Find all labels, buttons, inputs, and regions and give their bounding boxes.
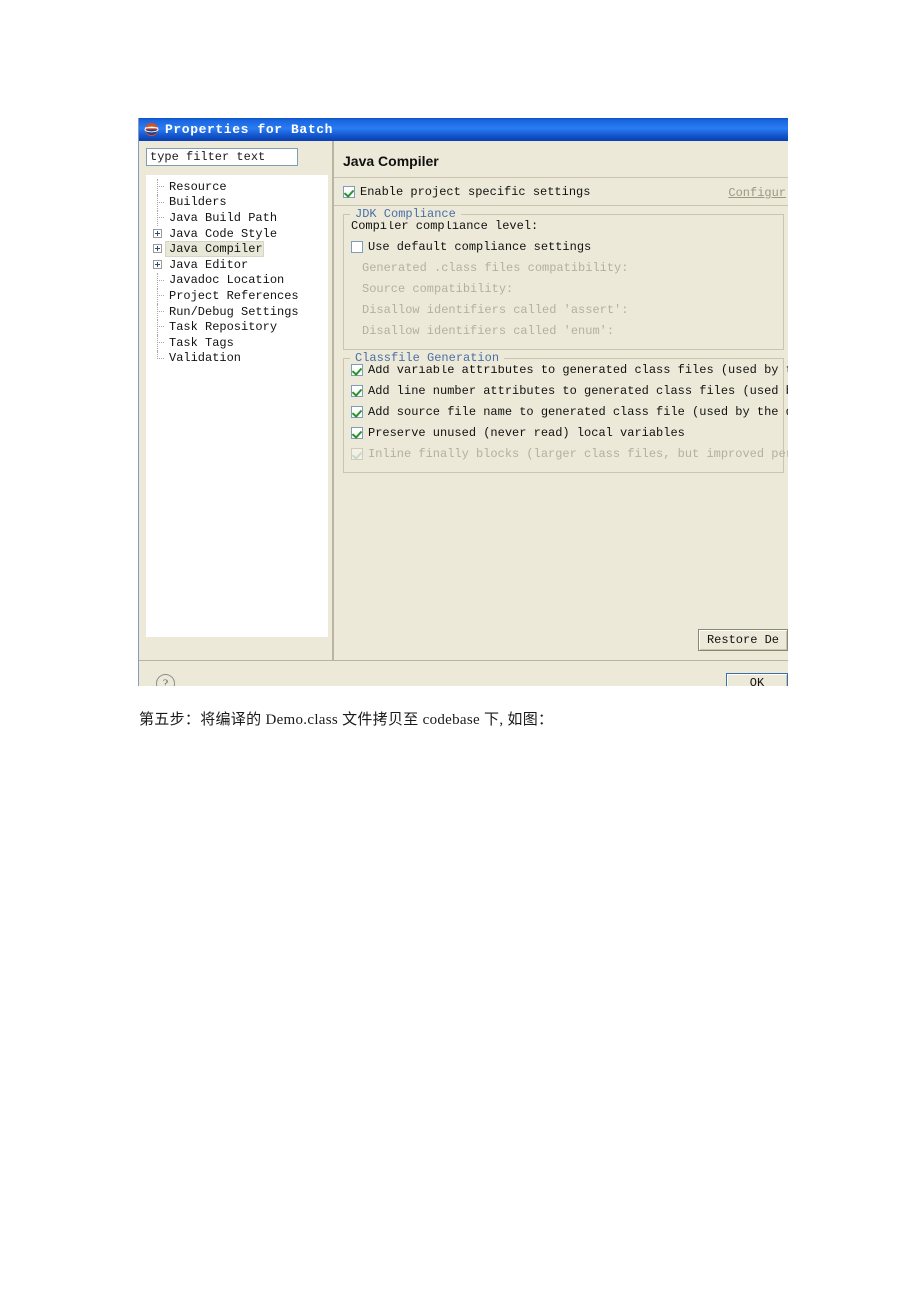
generated-class-compat-row: Generated .class files compatibility: [344, 257, 783, 278]
configure-workspace-settings-link[interactable]: Configur [728, 186, 786, 200]
sidebar-item-task-repository[interactable]: Task Repository [146, 319, 328, 335]
sidebar-item-label: Java Compiler [165, 241, 264, 258]
sidebar-item-label: Run/Debug Settings [169, 304, 299, 319]
expand-plus-icon[interactable] [152, 241, 166, 257]
classfile-option-label-0: Add variable attributes to generated cla… [368, 362, 788, 377]
sidebar-item-java-compiler[interactable]: Java Compiler [146, 241, 328, 258]
sidebar-item-label: Task Tags [169, 335, 234, 350]
dialog-titlebar[interactable]: Properties for Batch [139, 118, 788, 141]
settings-nav-pane: type filter text Resource Builders Java Bu… [139, 141, 333, 660]
tree-elbow-icon [152, 194, 166, 211]
classfile-options-list: Add variable attributes to generated cla… [344, 359, 788, 464]
enable-project-specific-label: Enable project specific settings [360, 185, 591, 199]
properties-dialog: Properties for Batch type filter text Re… [138, 118, 788, 686]
sidebar-item-run-debug-settings[interactable]: Run/Debug Settings [146, 303, 328, 320]
classfile-option-label-4: Inline finally blocks (larger class file… [368, 446, 788, 461]
use-default-compliance-row[interactable]: Use default compliance settings [344, 236, 783, 257]
eclipse-globe-icon [144, 122, 159, 137]
use-default-compliance-label: Use default compliance settings [368, 239, 592, 254]
dialog-body: type filter text Resource Builders Java Bu… [139, 141, 788, 660]
restore-defaults-button[interactable]: Restore De [697, 629, 788, 651]
tree-elbow-icon [152, 334, 166, 351]
dialog-title: Properties for Batch [165, 122, 334, 137]
tree-elbow-icon [152, 272, 166, 289]
disallow-assert-label: Disallow identifiers called 'assert': [362, 302, 629, 317]
ok-button[interactable]: OK [726, 673, 788, 686]
sidebar-item-project-references[interactable]: Project References [146, 288, 328, 304]
classfile-option-label-1: Add line number attributes to generated … [368, 383, 788, 398]
tree-elbow-icon [152, 350, 166, 367]
classfile-option-row-2[interactable]: Add source file name to generated class … [344, 401, 788, 422]
java-compiler-page: Java Compiler Enable project specific se… [333, 141, 788, 660]
generated-class-compat-label: Generated .class files compatibility: [362, 260, 629, 275]
tree-elbow-icon [152, 303, 166, 320]
classfile-option-label-3: Preserve unused (never read) local varia… [368, 425, 685, 440]
tree-elbow-icon [152, 179, 166, 195]
use-default-compliance-checkbox[interactable] [351, 240, 363, 253]
classfile-generation-legend: Classfile Generation [350, 350, 505, 365]
sidebar-item-label: Java Editor [169, 257, 249, 272]
disallow-enum-label: Disallow identifiers called 'enum': [362, 323, 615, 338]
enable-project-specific-checkbox[interactable] [343, 186, 355, 198]
classfile-option-row-4: Inline finally blocks (larger class file… [344, 443, 788, 464]
classfile-option-checkbox-0[interactable] [351, 363, 363, 376]
question-mark-icon[interactable]: ? [156, 674, 175, 686]
classfile-generation-group: Classfile Generation Add variable attrib… [343, 350, 788, 473]
enable-project-specific-row[interactable]: Enable project specific settings Configu… [334, 178, 788, 200]
sidebar-item-task-tags[interactable]: Task Tags [146, 334, 328, 351]
classfile-option-checkbox-2[interactable] [351, 405, 363, 418]
classfile-option-checkbox-1[interactable] [351, 384, 363, 397]
classfile-option-row-1[interactable]: Add line number attributes to generated … [344, 380, 788, 401]
sidebar-item-label: Java Build Path [169, 210, 278, 225]
settings-tree[interactable]: Resource Builders Java Build Path Java Code… [146, 175, 328, 637]
filter-input[interactable]: type filter text [146, 148, 298, 166]
sidebar-item-label: Project References [169, 288, 299, 303]
sidebar-item-validation[interactable]: Validation [146, 350, 328, 367]
tree-elbow-icon [152, 288, 166, 304]
source-compat-row: Source compatibility: [344, 278, 783, 299]
sidebar-item-label: Builders [169, 195, 227, 210]
sidebar-item-resource[interactable]: Resource [146, 179, 328, 195]
sidebar-item-label: Validation [169, 351, 242, 366]
sidebar-item-java-editor[interactable]: Java Editor [146, 257, 328, 273]
classfile-option-row-3[interactable]: Preserve unused (never read) local varia… [344, 422, 783, 443]
compiler-compliance-level-label: Compiler compliance level: [351, 218, 539, 233]
sidebar-item-label: Resource [169, 179, 227, 194]
sidebar-item-java-build-path[interactable]: Java Build Path [146, 210, 328, 226]
disallow-enum-row: Disallow identifiers called 'enum': [344, 320, 783, 341]
tree-elbow-icon [152, 319, 166, 335]
sidebar-item-label: Javadoc Location [169, 273, 285, 288]
sidebar-item-label: Task Repository [169, 320, 278, 335]
source-compat-label: Source compatibility: [362, 281, 514, 296]
restore-defaults-wrap: Restore De [697, 629, 788, 651]
sidebar-item-label: Java Code Style [169, 226, 278, 241]
classfile-option-checkbox-4 [351, 447, 363, 460]
jdk-compliance-group: JDK Compliance Compiler compliance level… [343, 206, 784, 350]
tree-elbow-icon [152, 210, 166, 226]
sidebar-item-java-code-style[interactable]: Java Code Style [146, 226, 328, 242]
classfile-option-checkbox-3[interactable] [351, 426, 363, 439]
document-caption: 第五步：将编译的 Demo.class 文件拷贝至 codebase 下, 如图… [139, 712, 554, 728]
jdk-compliance-legend: JDK Compliance [350, 206, 461, 221]
expand-plus-icon[interactable] [152, 226, 166, 242]
dialog-footer: ? OK [139, 660, 788, 686]
pane-divider [332, 141, 333, 660]
classfile-option-label-2: Add source file name to generated class … [368, 404, 788, 419]
sidebar-item-builders[interactable]: Builders [146, 194, 328, 211]
sidebar-item-javadoc-location[interactable]: Javadoc Location [146, 272, 328, 289]
page-title: Java Compiler [343, 153, 439, 169]
disallow-assert-row: Disallow identifiers called 'assert': [344, 299, 783, 320]
expand-plus-icon[interactable] [152, 257, 166, 273]
